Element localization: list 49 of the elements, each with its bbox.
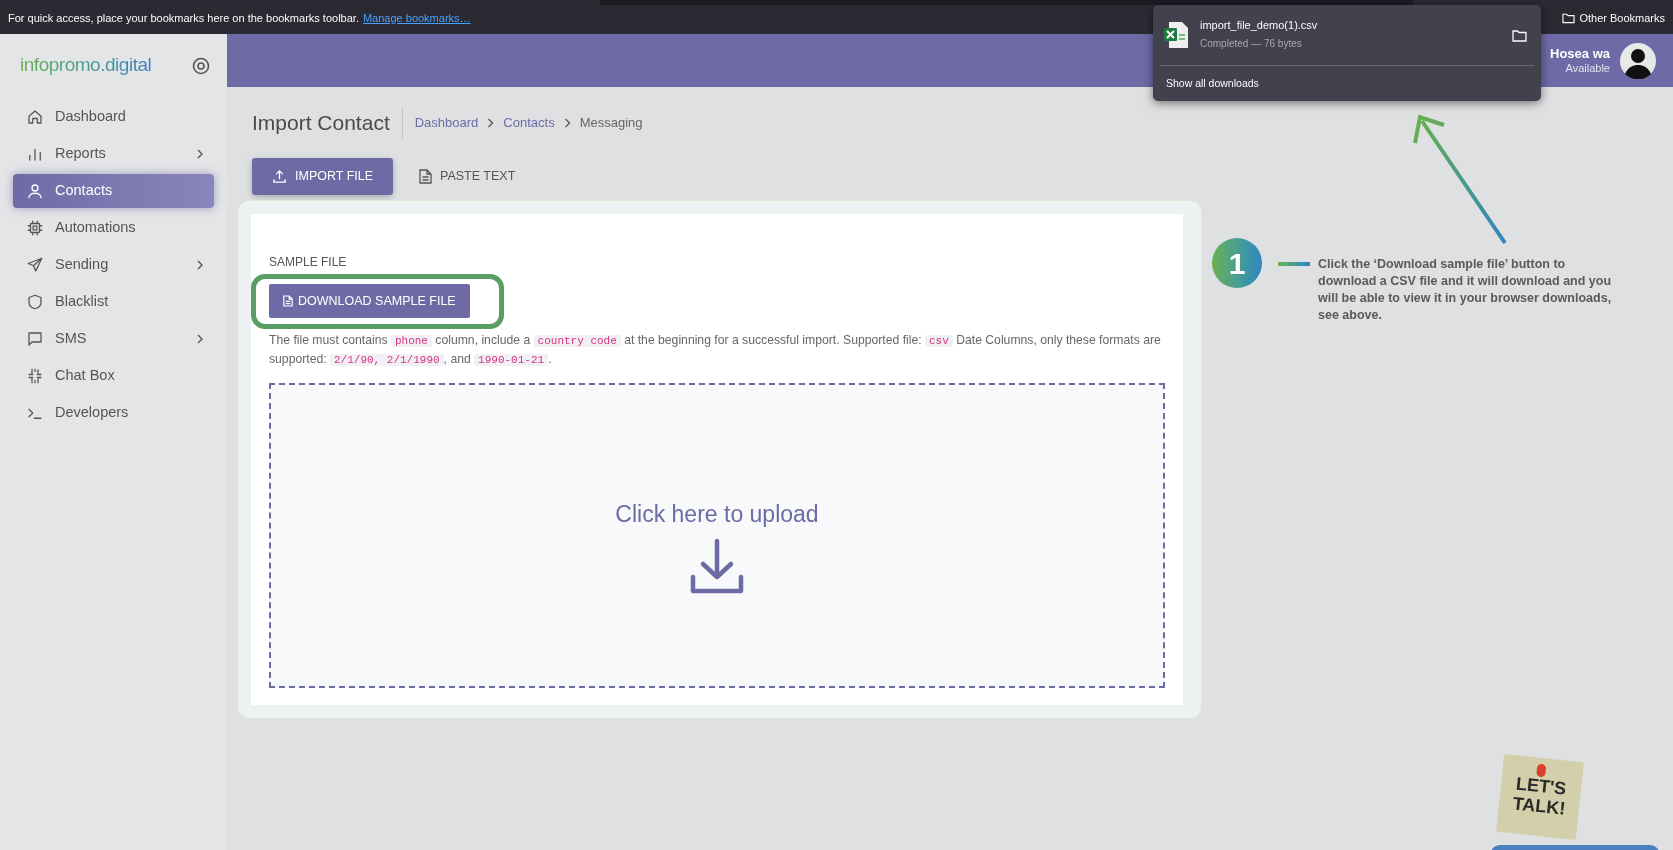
chevron-right-icon: [563, 117, 571, 128]
sidebar-item[interactable]: Blacklist: [13, 285, 214, 319]
page-title: Import Contact: [252, 107, 403, 139]
breadcrumb-link[interactable]: Dashboard: [414, 113, 479, 133]
sidebar-item[interactable]: Reports: [13, 137, 214, 171]
sidebar-item[interactable]: Automations: [13, 211, 214, 245]
user-status: Available: [1565, 61, 1610, 76]
sidebar-item[interactable]: Chat Box: [13, 359, 214, 393]
step-badge: 1: [1212, 238, 1262, 288]
upload-icon: [272, 168, 287, 184]
pin-icon: [1536, 763, 1547, 778]
user-name: Hosea wa: [1550, 45, 1610, 62]
grid-icon: [26, 367, 44, 385]
breadcrumb-link[interactable]: Contacts: [503, 113, 555, 133]
chevron-right-icon: [487, 117, 495, 128]
toggle-icon[interactable]: [192, 56, 210, 75]
manage-bookmarks-link[interactable]: Manage bookmarks…: [362, 7, 471, 27]
section-label: SAMPLE FILE: [269, 253, 348, 271]
download-status: Completed — 76 bytes: [1200, 38, 1303, 51]
other-bookmarks[interactable]: Other Bookmarks: [1579, 9, 1665, 27]
sidebar-item[interactable]: Sending: [13, 248, 214, 282]
download-sample-button[interactable]: DOWNLOAD SAMPLE FILE: [269, 284, 470, 318]
shield-icon: [26, 293, 44, 311]
document-icon: [419, 168, 433, 184]
chat-icon: [26, 330, 44, 348]
download-file-name[interactable]: import_file_demo(1).csv: [1200, 19, 1512, 34]
lets-talk-widget[interactable]: LET'S TALK!: [1496, 754, 1584, 840]
breadcrumb-current: Messaging: [579, 114, 643, 132]
sidebar-item[interactable]: SMS: [13, 322, 214, 356]
folder-icon: [1562, 12, 1576, 24]
tab[interactable]: IMPORT FILE: [252, 157, 394, 195]
lets-talk-text: LET'S TALK!: [1511, 773, 1569, 819]
sidebar-item[interactable]: Contacts: [13, 174, 214, 208]
avatar-icon[interactable]: [1620, 42, 1656, 79]
document-icon: [283, 295, 293, 307]
upload-dropzone[interactable]: Click here to upload: [269, 382, 1165, 688]
bookmarks-hint: For quick access, place your bookmarks here on the bookmarks toolbar.: [8, 10, 359, 26]
folder-icon[interactable]: [1512, 28, 1527, 42]
user-icon: [26, 182, 44, 200]
home-icon: [26, 108, 44, 126]
file-requirements-text: The file must contains phone column, include a country code at the beginning for a successful import. Supported file: csv Date Columns, only these formats are supported: 2/1/90, 2/1/1990 , and 1990-01-21 .: [269, 331, 1162, 368]
send-icon: [26, 256, 44, 274]
chip-icon: [26, 219, 44, 237]
sidebar-item[interactable]: Developers: [13, 396, 214, 430]
sidebar-item[interactable]: Dashboard: [13, 100, 214, 134]
show-all-downloads[interactable]: Show all downloads: [1153, 66, 1541, 92]
spreadsheet-file-icon: [1163, 21, 1189, 49]
annotation-text: Click the ‘Download sample file’ button to download a CSV file and it will download and you will be able to view it in your browser downloads, see above.: [1318, 256, 1613, 324]
tab[interactable]: PASTE TEXT: [399, 157, 536, 195]
